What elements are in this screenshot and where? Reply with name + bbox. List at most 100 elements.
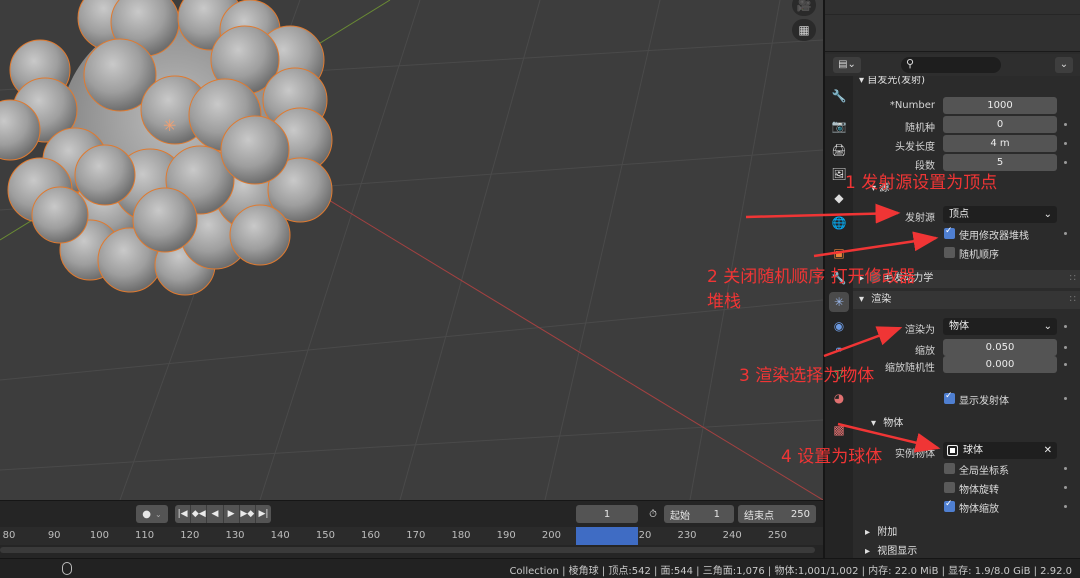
object-rotation-label: 物体旋转	[959, 485, 999, 496]
frame-tick-label: 120	[180, 530, 200, 541]
object-rotation-checkbox[interactable]	[944, 482, 955, 493]
world-tab-icon[interactable]: 🌐	[829, 213, 849, 233]
object-origin-icon: ✳	[163, 116, 176, 135]
seed-keyframe-dot[interactable]	[1064, 123, 1067, 126]
attach-section-header[interactable]: ▸ 附加	[853, 524, 1080, 542]
show-emitter-dot[interactable]	[1064, 397, 1067, 400]
current-frame-field[interactable]: 1	[576, 505, 638, 523]
instance-object-field[interactable]: 球体 ✕	[943, 442, 1057, 459]
particle-spheres: ✳	[0, 0, 333, 296]
next-keyframe-icon[interactable]: ▶◆	[240, 505, 256, 523]
particle-sphere	[74, 144, 136, 206]
annotation-step1: 1 发射源设置为顶点	[845, 173, 998, 193]
timer-icon[interactable]: ⏱	[644, 505, 662, 523]
frame-tick-label: 250	[767, 530, 787, 541]
use-modifier-stack-dot[interactable]	[1064, 232, 1067, 235]
jump-end-icon[interactable]: ▶|	[256, 505, 271, 523]
render-as-dropdown[interactable]: 物体 ⌄	[943, 318, 1057, 335]
grid-line	[399, 0, 541, 500]
frame-tick-label: 140	[270, 530, 290, 541]
grid-line	[0, 299, 823, 381]
editor-type-dropdown[interactable]: ▤⌄	[833, 57, 861, 73]
render-section-header[interactable]: ▾ 渲染 ∷	[853, 291, 1080, 309]
emission-section-header[interactable]: ▾ 自发光(发射)	[853, 76, 1080, 90]
object-subsection-label: 物体	[883, 418, 904, 429]
viewport-display-section-header[interactable]: ▸ 视图显示	[853, 543, 1080, 558]
emission-section-label: 自发光(发射)	[867, 76, 926, 86]
global-coords-dot[interactable]	[1064, 467, 1067, 470]
annotation-step4: 4 设置为球体	[781, 447, 883, 467]
particles-tab-icon[interactable]: ✳	[829, 292, 849, 312]
output-tab-icon[interactable]: 🖨	[829, 140, 849, 160]
drag-handle-icon[interactable]: ∷	[1070, 291, 1076, 309]
start-frame-value: 1	[713, 508, 720, 520]
object-subsection-header[interactable]: ▾ 物体	[853, 415, 1080, 433]
show-emitter-checkbox[interactable]	[944, 391, 955, 404]
play-icon[interactable]: ▶	[224, 505, 240, 523]
material-tab-icon[interactable]: ◕	[829, 388, 849, 408]
end-frame-field[interactable]: 结束点 250	[738, 505, 816, 523]
segments-keyframe-dot[interactable]	[1064, 161, 1067, 164]
keyframe-record-button[interactable]: ● ⌄	[136, 505, 168, 523]
show-emitter-label: 显示发射体	[959, 396, 1009, 407]
particle-sphere	[229, 204, 291, 266]
frame-ruler[interactable]: 8090100110120130140150160170180190200210…	[0, 527, 823, 545]
frame-tick-label: 200	[541, 530, 561, 541]
properties-header: ▤⌄ ⚲ ⌄	[825, 54, 1080, 76]
prev-keyframe-icon[interactable]: ◆◀	[191, 505, 208, 523]
start-frame-field[interactable]: 起始 1	[664, 505, 734, 523]
tool-tab-icon[interactable]: 🔧	[829, 86, 849, 106]
scale-keyframe-dot[interactable]	[1064, 346, 1067, 349]
texture-tab-icon[interactable]: ▩	[829, 420, 849, 440]
constraints-tab-icon[interactable]: ⚭	[829, 340, 849, 360]
object-scale-label: 物体缩放	[959, 504, 999, 515]
search-input[interactable]: ⚲	[901, 57, 1001, 73]
object-scale-dot[interactable]	[1064, 505, 1067, 508]
mouse-icon	[62, 562, 72, 575]
grid-line	[544, 0, 661, 500]
particle-sphere	[132, 187, 198, 253]
clear-icon[interactable]: ✕	[1044, 442, 1052, 459]
options-dropdown[interactable]: ⌄	[1055, 57, 1073, 73]
global-coords-checkbox[interactable]	[944, 463, 955, 474]
segments-label: 段数	[915, 161, 935, 172]
perspective-toggle-icon[interactable]: ▦	[792, 19, 816, 41]
instance-object-value: 球体	[963, 445, 983, 456]
timeline-editor[interactable]: ● ⌄ |◀ ◆◀ ◀ ▶ ▶◆ ▶| 1 ⏱ 起始 1 结束点 250 80 9…	[0, 500, 823, 558]
scale-random-keyframe-dot[interactable]	[1064, 363, 1067, 366]
timeline-scrollbar[interactable]	[0, 547, 815, 553]
render-as-dot[interactable]	[1064, 325, 1067, 328]
object-rotation-dot[interactable]	[1064, 486, 1067, 489]
start-frame-label: 起始	[670, 510, 690, 522]
use-modifier-stack-checkbox[interactable]	[944, 226, 955, 239]
random-order-checkbox[interactable]	[944, 247, 955, 258]
global-coords-label: 全局坐标系	[959, 466, 1009, 477]
annotation-step2-line1: 2 关闭随机顺序 打开修改器	[707, 267, 916, 287]
properties-tabs: 🔧 📷 🖨 🖼 ◆ 🌐 ▣ 🔧 ✳ ◉ ⚭ ▽ ◕ ▩	[825, 76, 853, 558]
emit-from-label: 发射源	[905, 213, 935, 224]
object-tab-icon[interactable]: ▣	[829, 243, 849, 263]
scale-label: 缩放	[915, 346, 935, 357]
number-field[interactable]: 1000	[943, 97, 1057, 114]
scale-random-field[interactable]: 0.000	[943, 356, 1057, 373]
object-scale-checkbox[interactable]	[944, 499, 955, 512]
seed-field[interactable]: 0	[943, 116, 1057, 133]
segments-field[interactable]: 5	[943, 154, 1057, 171]
viewport-scene: ✳	[0, 0, 823, 500]
viewport-display-section-label: 视图显示	[877, 546, 918, 557]
hair-length-field[interactable]: 4 m	[943, 135, 1057, 152]
playhead-marker[interactable]	[576, 527, 638, 545]
hair-length-keyframe-dot[interactable]	[1064, 142, 1067, 145]
scale-field[interactable]: 0.050	[943, 339, 1057, 356]
jump-start-icon[interactable]: |◀	[175, 505, 192, 523]
physics-tab-icon[interactable]: ◉	[829, 316, 849, 336]
play-reverse-icon[interactable]: ◀	[207, 505, 224, 523]
frame-tick-label: 110	[135, 530, 155, 541]
end-frame-value: 250	[790, 508, 810, 520]
drag-handle-icon[interactable]: ∷	[1070, 270, 1076, 288]
end-frame-label: 结束点	[744, 510, 774, 522]
render-tab-icon[interactable]: 📷	[829, 116, 849, 136]
3d-viewport[interactable]: ✳ 🎥 ▦	[0, 0, 823, 500]
emit-from-dropdown[interactable]: 顶点 ⌄	[943, 206, 1057, 223]
render-as-label: 渲染为	[905, 325, 935, 336]
